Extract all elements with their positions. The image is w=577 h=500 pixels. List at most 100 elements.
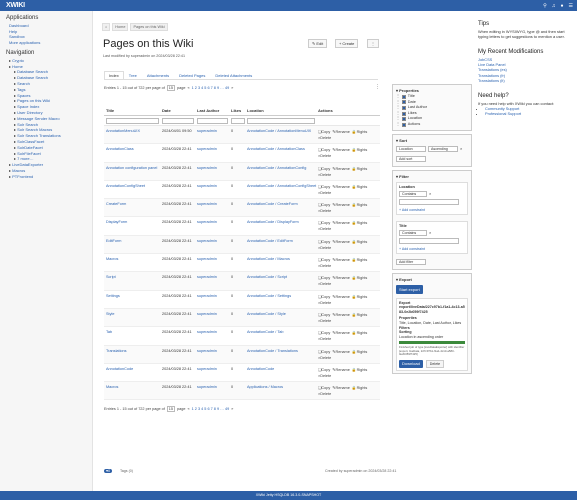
rename-action[interactable]: ✎Rename	[332, 166, 350, 171]
sort-title[interactable]: ▾ Sort	[396, 137, 468, 144]
row-location-link[interactable]: AnnotationCode / EditForm	[247, 239, 293, 243]
row-title-link[interactable]: Settings	[106, 294, 120, 298]
row-author-link[interactable]: superadmin	[197, 385, 217, 389]
livedata-dropdown-icon[interactable]: ⋮	[375, 84, 380, 90]
title-filter-value[interactable]	[399, 237, 459, 244]
search-icon[interactable]: ⚲	[543, 3, 547, 9]
copy-action[interactable]: ❏Copy	[318, 202, 330, 207]
rights-action[interactable]: 🔒Rights	[352, 202, 368, 207]
nav-tree-label[interactable]: SolrFileFacet	[17, 151, 41, 156]
property-checkbox-row[interactable]: ⋮ Actions	[396, 122, 468, 128]
professional-support-link[interactable]: Professional Support	[485, 111, 521, 116]
delete-action[interactable]: ×Delete	[318, 356, 331, 360]
rights-action[interactable]: 🔒Rights	[352, 257, 368, 262]
nav-tree-label[interactable]: Solr Search Translations	[17, 133, 61, 138]
page-numbers-bottom[interactable]: 1 2 3 4 5 6 7 8 9 … 49	[192, 407, 230, 411]
col-likes[interactable]: Likes	[231, 108, 247, 113]
create-button[interactable]: + Create	[335, 39, 359, 48]
edit-button[interactable]: ✎ Edit	[308, 39, 328, 48]
row-author-link[interactable]: superadmin	[197, 275, 217, 279]
sort-direction-select[interactable]: Ascending	[428, 145, 458, 152]
row-author-link[interactable]: superadmin	[197, 349, 217, 353]
col-date[interactable]: Date	[162, 108, 197, 113]
tab-tree[interactable]: Tree	[124, 71, 142, 79]
rights-action[interactable]: 🔒Rights	[352, 184, 368, 189]
location-filter-input[interactable]	[247, 117, 315, 124]
location-operator-select[interactable]: Contains	[399, 190, 427, 197]
row-location-link[interactable]: AnnotationCode / AnnotationConfigSheet	[247, 184, 316, 188]
nav-tree-label[interactable]: Database Search	[17, 69, 48, 74]
property-checkbox[interactable]	[401, 122, 406, 127]
add-constraint-title[interactable]: + Add constraint	[399, 247, 425, 251]
copy-action[interactable]: ❏Copy	[318, 257, 330, 262]
property-checkbox[interactable]	[401, 100, 406, 105]
delete-action[interactable]: ×Delete	[318, 337, 331, 341]
tags-label[interactable]: Tags (0)	[120, 469, 133, 473]
rename-action[interactable]: ✎Rename	[332, 312, 350, 317]
row-title-link[interactable]: AnnotationClass	[106, 147, 134, 151]
more-actions-button[interactable]: ⋮	[367, 39, 379, 48]
tab-deleted-pages[interactable]: Deleted Pages	[174, 71, 210, 79]
row-author-link[interactable]: superadmin	[197, 184, 217, 188]
copy-action[interactable]: ❏Copy	[318, 239, 330, 244]
title-filter-input[interactable]	[106, 117, 159, 124]
per-page-select-bottom[interactable]: 15	[166, 406, 176, 412]
copy-action[interactable]: ❏Copy	[318, 184, 330, 189]
rename-action[interactable]: ✎Rename	[332, 184, 350, 189]
copy-action[interactable]: ❏Copy	[318, 220, 330, 225]
row-title-link[interactable]: Tab	[106, 330, 112, 334]
delete-action[interactable]: ×Delete	[318, 227, 331, 231]
col-author[interactable]: Last Author	[197, 108, 231, 113]
rights-action[interactable]: 🔒Rights	[352, 294, 368, 299]
nav-tree-label[interactable]: Space Index	[17, 104, 39, 109]
properties-title[interactable]: ▾ Properties	[396, 87, 468, 94]
rights-action[interactable]: 🔒Rights	[352, 220, 368, 225]
nav-tree-label[interactable]: Home	[12, 64, 23, 69]
copy-action[interactable]: ❏Copy	[318, 275, 330, 280]
nav-tree-label[interactable]: Pages on this Wiki	[17, 98, 50, 103]
row-location-link[interactable]: AnnotationCode / DisplayForm	[247, 220, 299, 224]
row-location-link[interactable]: AnnotationCode / Settings	[247, 294, 291, 298]
row-location-link[interactable]: AnnotationCode / Style	[247, 312, 286, 316]
row-author-link[interactable]: superadmin	[197, 220, 217, 224]
copy-action[interactable]: ❏Copy	[318, 147, 330, 152]
row-title-link[interactable]: Macros	[106, 385, 118, 389]
add-sort-select[interactable]: Add sort	[396, 155, 426, 162]
breadcrumb-home-icon[interactable]: ⌂	[102, 23, 111, 31]
download-button[interactable]: Download	[399, 359, 423, 369]
row-author-link[interactable]: superadmin	[197, 312, 217, 316]
row-title-link[interactable]: Annotation configuration panel	[106, 166, 157, 170]
rename-action[interactable]: ✎Rename	[332, 294, 350, 299]
row-location-link[interactable]: AnnotationCode / Script	[247, 275, 287, 279]
nav-tree-label[interactable]: SolrClassFacet	[17, 139, 44, 144]
row-location-link[interactable]: Applications / Macros	[247, 385, 283, 389]
row-author-link[interactable]: superadmin	[197, 367, 217, 371]
title-operator-select[interactable]: Contains	[399, 229, 427, 236]
nav-tree-label[interactable]: LiveDataExporter	[12, 162, 43, 167]
rename-action[interactable]: ✎Rename	[332, 385, 350, 390]
rename-action[interactable]: ✎Rename	[332, 367, 350, 372]
breadcrumb-current[interactable]: Pages on this Wiki	[130, 23, 168, 31]
menu-icon[interactable]: ☰	[569, 3, 573, 9]
rights-action[interactable]: 🔒Rights	[352, 166, 368, 171]
start-export-button[interactable]: Start export	[396, 284, 423, 294]
next-page-icon[interactable]: »	[231, 407, 233, 411]
row-location-link[interactable]: AnnotationCode / CreateForm	[247, 202, 298, 206]
sort-field-select[interactable]: Location	[396, 145, 426, 152]
xwiki-logo[interactable]: XWIKI	[6, 2, 25, 9]
row-author-link[interactable]: superadmin	[197, 330, 217, 334]
breadcrumb-home[interactable]: Home	[112, 23, 129, 31]
tab-attachments[interactable]: Attachments	[142, 71, 174, 79]
rights-action[interactable]: 🔒Rights	[352, 312, 368, 317]
sort-delete-icon[interactable]: ×	[460, 146, 462, 152]
nav-tree-label[interactable]: Message Sender Macro	[17, 116, 59, 121]
nav-tree-label[interactable]: Macros	[12, 168, 25, 173]
delete-action[interactable]: ×Delete	[318, 191, 331, 195]
nav-tree-label[interactable]: Spaces	[17, 93, 30, 98]
rename-action[interactable]: ✎Rename	[332, 129, 350, 134]
add-constraint-location[interactable]: + Add constraint	[399, 208, 425, 212]
row-title-link[interactable]: Macros	[106, 257, 118, 261]
row-title-link[interactable]: Translations	[106, 349, 127, 353]
rename-action[interactable]: ✎Rename	[332, 220, 350, 225]
row-location-link[interactable]: AnnotationCode / Translations	[247, 349, 298, 353]
